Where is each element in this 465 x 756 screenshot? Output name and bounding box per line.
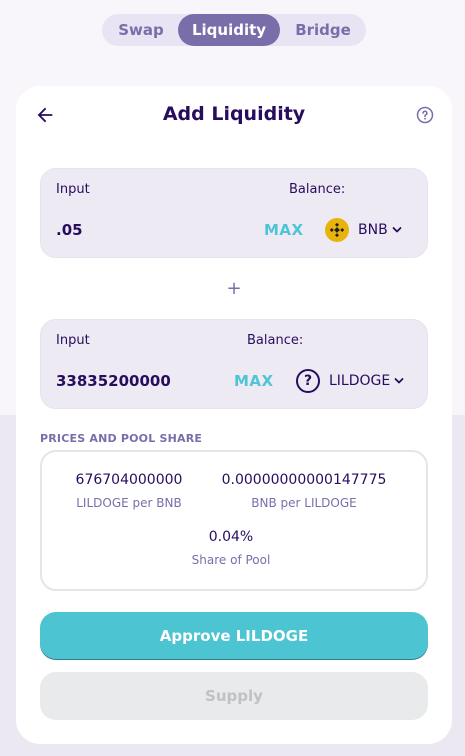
chevron-down-icon [394,378,404,384]
main-nav: Swap Liquidity Bridge [102,14,366,46]
bnb-logo-icon [325,218,349,242]
price-bnb-per-lildoge: 0.00000000000147775 BNB per LILDOGE [204,472,404,510]
price-value: 0.00000000000147775 [221,472,387,488]
balance-label: Balance: [289,182,346,197]
prices-section-label: PRICES AND POOL SHARE [40,432,203,445]
supply-button[interactable]: Supply [40,672,428,720]
price-value: 676704000000 [75,472,183,488]
approve-button[interactable]: Approve LILDOGE [40,612,428,660]
currency-select-lildoge[interactable]: ? LILDOGE [296,369,405,393]
balance-label: Balance: [247,333,304,348]
pool-share-box: 676704000000 LILDOGE per BNB 0.000000000… [40,450,428,591]
amount-input-2[interactable]: 33835200000 [56,372,171,390]
currency-input-panel-1: Input Balance: .05 MAX BNB [40,168,428,258]
chevron-down-icon [392,227,402,233]
share-of-pool: 0.04% Share of Pool [156,529,306,567]
currency-input-panel-2: Input Balance: 33835200000 MAX ? LILDOGE [40,319,428,409]
max-button-1[interactable]: MAX [264,221,304,239]
currency-select-bnb[interactable]: BNB [325,218,403,242]
tab-liquidity[interactable]: Liquidity [178,14,280,46]
input-label: Input [56,333,90,348]
plus-icon: + [226,278,242,299]
add-liquidity-card: Add Liquidity Input Balance: .05 MAX BNB… [16,86,452,744]
amount-input-1[interactable]: .05 [56,221,83,239]
card-header: Add Liquidity [16,86,452,146]
max-button-2[interactable]: MAX [234,372,274,390]
question-circle-icon[interactable] [416,106,434,124]
unknown-token-icon: ? [296,369,320,393]
price-caption: LILDOGE per BNB [76,496,182,510]
share-value: 0.04% [208,529,254,545]
token-symbol: BNB [358,222,388,238]
tab-bridge[interactable]: Bridge [280,14,366,46]
share-caption: Share of Pool [191,553,271,567]
page-title: Add Liquidity [162,103,306,125]
tab-swap[interactable]: Swap [104,14,178,46]
token-symbol: LILDOGE [329,373,391,389]
price-lildoge-per-bnb: 676704000000 LILDOGE per BNB [54,472,204,510]
input-label: Input [56,182,90,197]
price-caption: BNB per LILDOGE [251,496,357,510]
